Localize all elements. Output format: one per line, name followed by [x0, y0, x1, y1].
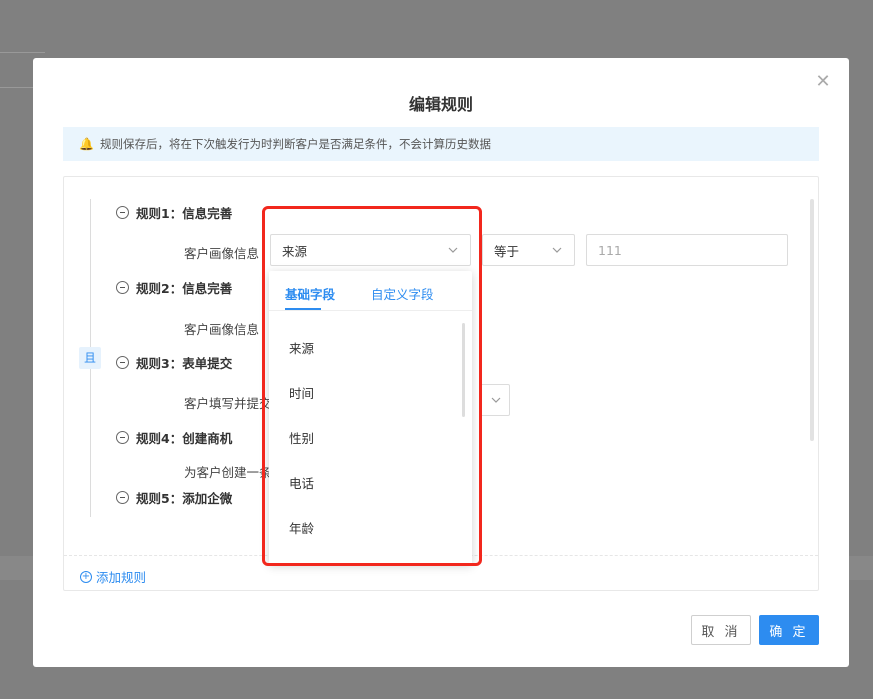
- remove-rule-icon[interactable]: [116, 206, 129, 219]
- tab-custom-fields[interactable]: 自定义字段: [371, 284, 434, 303]
- rule-5-header: 规则5：添加企微: [116, 488, 232, 507]
- rule-4-header: 规则4：创建商机: [116, 428, 232, 447]
- rule-1-header: 规则1：信息完善: [116, 203, 232, 222]
- remove-rule-icon[interactable]: [116, 356, 129, 369]
- add-rule-button[interactable]: + 添加规则: [80, 567, 146, 586]
- chevron-down-icon: [552, 247, 562, 253]
- dropdown-option[interactable]: 年龄: [289, 518, 314, 537]
- and-tag[interactable]: 且: [79, 347, 101, 369]
- rule-title: 规则3：表单提交: [136, 356, 233, 371]
- confirm-button[interactable]: 确 定: [759, 615, 819, 645]
- rule-3-field-label: 客户填写并提交: [184, 396, 272, 411]
- operator-select[interactable]: 等于: [482, 234, 575, 266]
- add-rule-label: 添加规则: [96, 570, 147, 585]
- rule-title: 规则1：信息完善: [136, 206, 233, 221]
- value-input-text: 111: [598, 242, 622, 258]
- dropdown-tabs: 基础字段 自定义字段: [269, 271, 472, 311]
- dropdown-option[interactable]: 时间: [289, 383, 314, 402]
- rule-2-header: 规则2：信息完善: [116, 278, 232, 297]
- value-input[interactable]: 111: [586, 234, 788, 266]
- field-dropdown: 基础字段 自定义字段 来源 时间 性别 电话 年龄: [269, 271, 472, 564]
- rule-1-field-label: 客户画像信息: [184, 246, 260, 261]
- field-select[interactable]: 来源: [270, 234, 471, 266]
- remove-rule-icon[interactable]: [116, 281, 129, 294]
- rule-3-select-partial[interactable]: [482, 384, 510, 416]
- operator-select-value: 等于: [494, 243, 520, 259]
- rule-2-field-label: 客户画像信息: [184, 322, 260, 337]
- rule-4-field-label: 为客户创建一条: [184, 465, 272, 480]
- edit-rule-dialog: ✕ 编辑规则 🔔 规则保存后，将在下次触发行为时判断客户是否满足条件，不会计算历…: [33, 58, 849, 667]
- notice-text: 规则保存后，将在下次触发行为时判断客户是否满足条件，不会计算历史数据: [99, 137, 491, 151]
- active-tab-indicator: [285, 308, 321, 310]
- dropdown-option[interactable]: 性别: [289, 428, 314, 447]
- rule-title: 规则4：创建商机: [136, 431, 233, 446]
- rule-3-header: 规则3：表单提交: [116, 353, 232, 372]
- remove-rule-icon[interactable]: [116, 431, 129, 444]
- remove-rule-icon[interactable]: [116, 491, 129, 504]
- rule-title: 规则5：添加企微: [136, 491, 233, 506]
- dropdown-option[interactable]: 电话: [289, 473, 314, 492]
- dropdown-option[interactable]: 来源: [289, 338, 314, 357]
- field-select-value: 来源: [282, 243, 308, 259]
- plus-circle-icon: +: [80, 570, 92, 583]
- bell-icon: 🔔: [79, 137, 94, 151]
- close-icon[interactable]: ✕: [815, 73, 831, 91]
- tab-basic-fields[interactable]: 基础字段: [285, 284, 335, 303]
- cancel-button[interactable]: 取 消: [691, 615, 751, 645]
- info-notice: 🔔 规则保存后，将在下次触发行为时判断客户是否满足条件，不会计算历史数据: [63, 127, 819, 161]
- dialog-title: 编辑规则: [408, 95, 473, 114]
- chevron-down-icon: [491, 397, 501, 403]
- rule-title: 规则2：信息完善: [136, 281, 233, 296]
- chevron-down-icon: [448, 247, 458, 253]
- rules-scrollbar[interactable]: [810, 199, 814, 441]
- dropdown-scrollbar[interactable]: [462, 323, 465, 417]
- background-divider: [0, 52, 45, 53]
